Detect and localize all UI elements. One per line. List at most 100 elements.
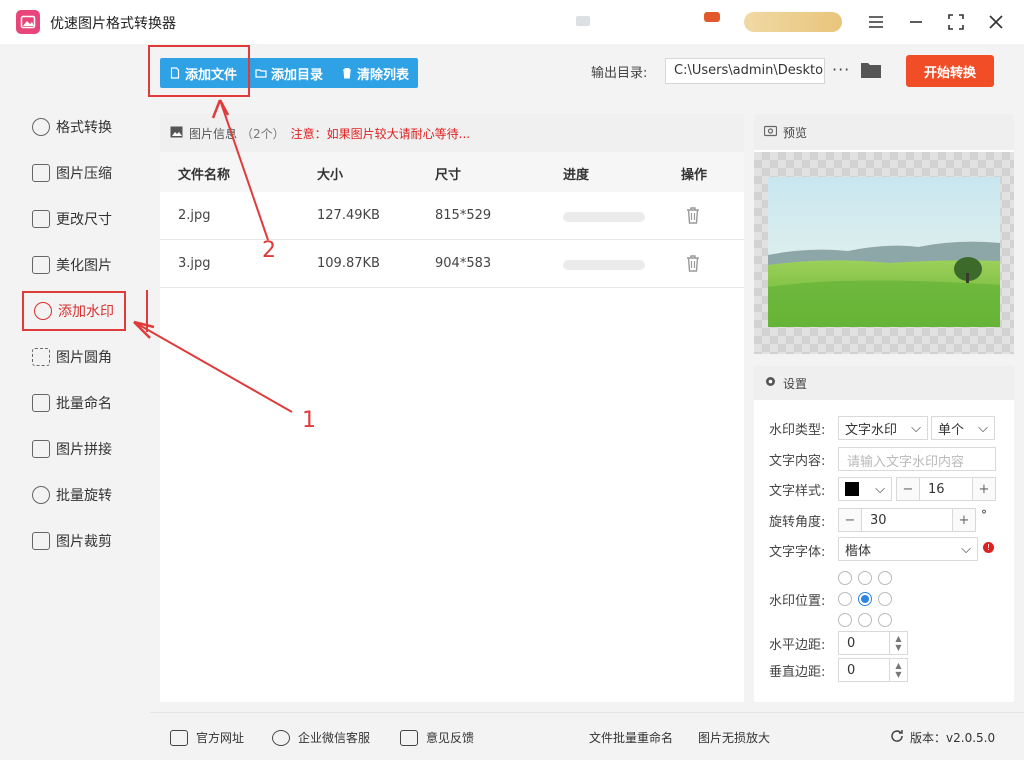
h-margin-value: 0 (847, 636, 856, 651)
delete-icon[interactable] (685, 254, 701, 272)
text-content-label: 文字内容: (769, 454, 826, 469)
spinner-arrows[interactable]: ▲ ▼ (889, 632, 907, 654)
sidebar-item-batch-rename[interactable]: 批量命名 (22, 383, 126, 423)
feedback-icon (400, 729, 418, 746)
watermark-text-input[interactable]: 请输入文字水印内容 (838, 447, 996, 471)
h-margin-label: 水平边距: (769, 638, 826, 653)
sidebar-item-label: 图片压缩 (56, 166, 112, 182)
position-bottom-right[interactable] (878, 613, 892, 627)
preview-image (768, 177, 1000, 327)
watermark-icon (34, 302, 52, 320)
blurred-banner[interactable] (744, 12, 842, 32)
table-row[interactable]: 2.jpg 127.49KB 815*529 (160, 192, 744, 240)
chat-icon (272, 729, 290, 746)
preview-title: 预览 (783, 125, 808, 140)
list-info-bar: 图片信息 （2个） 注意：如果图片较大请耐心等待... (160, 114, 744, 152)
lossless-enlarge-label: 图片无损放大 (698, 731, 771, 745)
wechat-service-link[interactable]: 企业微信客服 (272, 729, 370, 746)
clear-list-label: 清除列表 (357, 67, 410, 83)
position-middle-left[interactable] (838, 592, 852, 606)
file-name: 3.jpg (178, 256, 211, 271)
sidebar-item-round-corner[interactable]: 图片圆角 (22, 337, 126, 377)
font-family-select[interactable]: 楷体 ⌵ (838, 537, 978, 561)
stitch-icon (32, 440, 50, 458)
add-file-button[interactable]: 添加文件 (160, 58, 246, 88)
position-bottom-center[interactable] (858, 613, 872, 627)
browse-more-button[interactable]: ··· (832, 60, 850, 79)
clear-list-button[interactable]: 清除列表 (332, 58, 418, 88)
file-dims: 904*583 (435, 256, 492, 271)
edit-icon (32, 394, 50, 412)
progress-bar (563, 212, 645, 222)
file-button-group: 添加文件 添加目录 清除列表 (160, 58, 419, 88)
add-folder-button[interactable]: 添加目录 (246, 58, 332, 88)
watermark-type-select[interactable]: 文字水印 ⌵ (838, 416, 928, 440)
chevron-down-icon: ⌵ (875, 481, 885, 497)
v-margin-spinner[interactable]: 0 ▲ ▼ (838, 658, 908, 682)
menu-icon[interactable] (864, 10, 888, 34)
preview-icon (763, 125, 778, 140)
info-icon: ! (983, 542, 994, 553)
rotation-angle-stepper[interactable]: − 30 + (838, 508, 976, 532)
table-row[interactable]: 3.jpg 109.87KB 904*583 (160, 240, 744, 288)
sidebar-item-stitch[interactable]: 图片拼接 (22, 429, 126, 469)
sidebar-item-watermark[interactable]: 添加水印 (22, 291, 126, 331)
text-color-picker[interactable]: ⌵ (838, 477, 892, 501)
spinner-arrows[interactable]: ▲ ▼ (889, 659, 907, 681)
position-top-center[interactable] (858, 571, 872, 585)
gear-icon (764, 375, 777, 391)
sidebar-item-format-convert[interactable]: 格式转换 (22, 107, 126, 147)
position-bottom-left[interactable] (838, 613, 852, 627)
increment-button[interactable]: + (973, 478, 995, 500)
position-top-left[interactable] (838, 571, 852, 585)
sidebar-item-crop[interactable]: 图片裁剪 (22, 521, 126, 561)
watermark-mode-value: 单个 (938, 422, 965, 438)
output-dir-field[interactable]: C:\Users\admin\Deskto (665, 58, 825, 84)
rotation-angle-value: 30 (861, 509, 953, 531)
sidebar-item-label: 添加水印 (58, 304, 114, 320)
crop-icon (32, 532, 50, 550)
position-top-right[interactable] (878, 571, 892, 585)
maximize-icon[interactable] (944, 10, 968, 34)
minimize-icon[interactable] (904, 10, 928, 34)
text-style-label: 文字样式: (769, 484, 826, 499)
settings-title: 设置 (783, 376, 808, 391)
app-title: 优速图片格式转换器 (50, 16, 176, 32)
watermark-mode-select[interactable]: 单个 ⌵ (931, 416, 995, 440)
version-info[interactable]: 版本： v2.0.5.0 (890, 729, 995, 746)
decrement-button[interactable]: − (839, 509, 861, 531)
decrement-button[interactable]: − (897, 478, 919, 500)
start-convert-button[interactable]: 开始转换 (906, 55, 994, 87)
refresh-icon (890, 729, 904, 746)
preview-panel: 预览 (754, 114, 1014, 354)
sidebar-item-beautify[interactable]: 美化图片 (22, 245, 126, 285)
font-size-stepper[interactable]: − 16 + (896, 477, 996, 501)
batch-rename-link[interactable]: 文件批量重命名 (589, 729, 673, 746)
preview-canvas (754, 152, 1014, 354)
file-icon (169, 67, 181, 79)
delete-icon[interactable] (685, 206, 701, 224)
website-icon (170, 729, 188, 746)
sidebar-item-compress[interactable]: 图片压缩 (22, 153, 126, 193)
feedback-link[interactable]: 意见反馈 (400, 729, 474, 746)
watermark-type-value: 文字水印 (845, 422, 898, 438)
sidebar-item-label: 美化图片 (56, 258, 112, 274)
batch-rename-label: 文件批量重命名 (589, 731, 674, 745)
website-link[interactable]: 官方网址 (170, 729, 244, 746)
h-margin-spinner[interactable]: 0 ▲ ▼ (838, 631, 908, 655)
trash-icon (341, 67, 353, 79)
increment-button[interactable]: + (953, 509, 975, 531)
col-header-action: 操作 (681, 168, 708, 183)
lossless-enlarge-link[interactable]: 图片无损放大 (698, 729, 770, 746)
table-header: 文件名称 大小 尺寸 进度 操作 (160, 152, 744, 192)
position-middle-right[interactable] (878, 592, 892, 606)
sidebar-item-resize[interactable]: 更改尺寸 (22, 199, 126, 239)
position-center[interactable] (858, 592, 872, 606)
close-icon[interactable] (984, 10, 1008, 34)
settings-header: 设置 (754, 366, 1014, 400)
open-folder-icon[interactable] (860, 60, 882, 80)
sidebar-item-label: 图片拼接 (56, 442, 112, 458)
image-icon (170, 126, 183, 141)
chevron-down-icon: ⌵ (978, 420, 988, 436)
sidebar-item-rotate[interactable]: 批量旋转 (22, 475, 126, 515)
